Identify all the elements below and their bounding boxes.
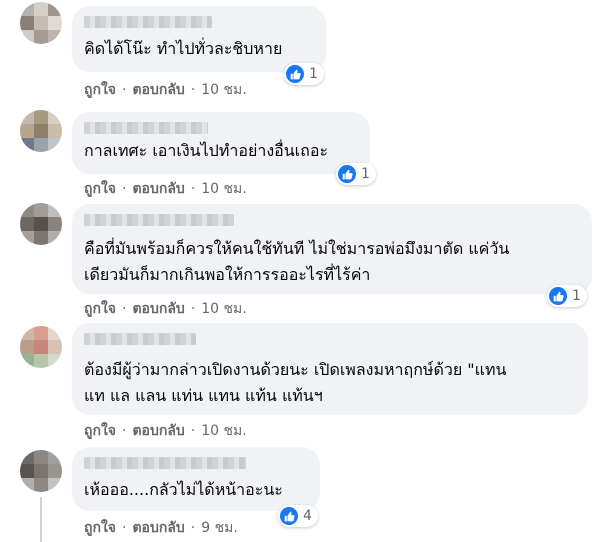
like-reaction-icon	[280, 507, 298, 525]
like-reaction-icon	[549, 287, 567, 305]
comment-actions: ถูกใจ · ตอบกลับ · 10 ชม.	[84, 298, 247, 320]
separator-dot: ·	[190, 301, 196, 317]
comment-text: กาลเทศะ เอาเงินไปทำอย่างอื่นเถอะ	[84, 141, 329, 160]
avatar[interactable]	[20, 110, 62, 152]
blurred-author-name[interactable]	[84, 16, 212, 28]
like-reaction-icon	[338, 165, 356, 183]
avatar[interactable]	[20, 450, 62, 492]
blurred-author-name[interactable]	[84, 122, 208, 134]
separator-dot: ·	[122, 301, 127, 317]
reaction-summary[interactable]: 1	[284, 63, 324, 85]
separator-dot: ·	[190, 520, 196, 536]
comment-bubble: ต้องมีผู้ว่ามากล่าวเปิดงานด้วยนะ เปิดเพล…	[72, 323, 588, 415]
comment-actions: ถูกใจ · ตอบกลับ · 9 ชม.	[84, 517, 238, 539]
like-button[interactable]: ถูกใจ	[84, 517, 116, 539]
comment-bubble: คือที่มันพร้อมก็ควรให้คนใช้ทันที ไม่ใช่ม…	[72, 204, 592, 294]
reaction-summary[interactable]: 4	[278, 505, 318, 527]
avatar[interactable]	[20, 326, 62, 368]
comment-bubble: คิดได้โน๊ะ ทำไปทั่วละชิบหาย	[72, 6, 326, 72]
like-reaction-icon	[286, 65, 304, 83]
timestamp[interactable]: 10 ชม.	[201, 420, 246, 442]
comment-actions: ถูกใจ · ตอบกลับ · 10 ชม.	[84, 79, 247, 101]
separator-dot: ·	[190, 82, 196, 98]
blurred-author-name[interactable]	[84, 214, 234, 226]
comment-text: ต้องมีผู้ว่ามากล่าวเปิดงานด้วยนะ เปิดเพล…	[84, 360, 507, 379]
avatar[interactable]	[20, 203, 62, 245]
reply-button[interactable]: ตอบกลับ	[132, 79, 184, 101]
timestamp[interactable]: 10 ชม.	[201, 79, 246, 101]
comment-text: คิดได้โน๊ะ ทำไปทั่วละชิบหาย	[84, 39, 283, 58]
like-button[interactable]: ถูกใจ	[84, 420, 116, 442]
reply-button[interactable]: ตอบกลับ	[132, 420, 184, 442]
blurred-author-name[interactable]	[84, 457, 246, 469]
comment-bubble: เห้อออ....กลัวไม่ได้หน้าอะนะ	[72, 447, 320, 511]
separator-dot: ·	[122, 181, 127, 197]
reaction-count: 1	[309, 66, 318, 82]
avatar[interactable]	[20, 2, 62, 44]
reply-button[interactable]: ตอบกลับ	[132, 517, 184, 539]
separator-dot: ·	[122, 82, 127, 98]
separator-dot: ·	[190, 423, 196, 439]
like-button[interactable]: ถูกใจ	[84, 178, 116, 200]
reaction-summary[interactable]: 1	[547, 285, 587, 307]
reply-thread-line	[40, 497, 42, 542]
comment-actions: ถูกใจ · ตอบกลับ · 10 ชม.	[84, 178, 247, 200]
comment-text: เห้อออ....กลัวไม่ได้หน้าอะนะ	[84, 480, 283, 499]
separator-dot: ·	[122, 520, 127, 536]
separator-dot: ·	[122, 423, 127, 439]
reaction-count: 4	[303, 508, 312, 524]
reply-button[interactable]: ตอบกลับ	[132, 178, 184, 200]
like-button[interactable]: ถูกใจ	[84, 79, 116, 101]
comment-text: เดียวมันก็มากเกินพอให้การรออะไรที่ไร้ค่า	[84, 265, 371, 284]
comment-text: แท แล แลน แท่น แทน แท้น แท้นฯ	[84, 386, 323, 405]
reaction-count: 1	[572, 288, 581, 304]
timestamp[interactable]: 10 ชม.	[201, 178, 246, 200]
comment-text: คือที่มันพร้อมก็ควรให้คนใช้ทันที ไม่ใช่ม…	[84, 239, 510, 258]
reaction-summary[interactable]: 1	[336, 163, 376, 185]
separator-dot: ·	[190, 181, 196, 197]
comment-bubble: กาลเทศะ เอาเงินไปทำอย่างอื่นเถอะ	[72, 112, 370, 174]
reaction-count: 1	[361, 166, 370, 182]
reply-button[interactable]: ตอบกลับ	[132, 298, 184, 320]
timestamp[interactable]: 9 ชม.	[201, 517, 238, 539]
comment-actions: ถูกใจ · ตอบกลับ · 10 ชม.	[84, 420, 247, 442]
like-button[interactable]: ถูกใจ	[84, 298, 116, 320]
timestamp[interactable]: 10 ชม.	[201, 298, 246, 320]
blurred-author-name[interactable]	[84, 333, 196, 345]
